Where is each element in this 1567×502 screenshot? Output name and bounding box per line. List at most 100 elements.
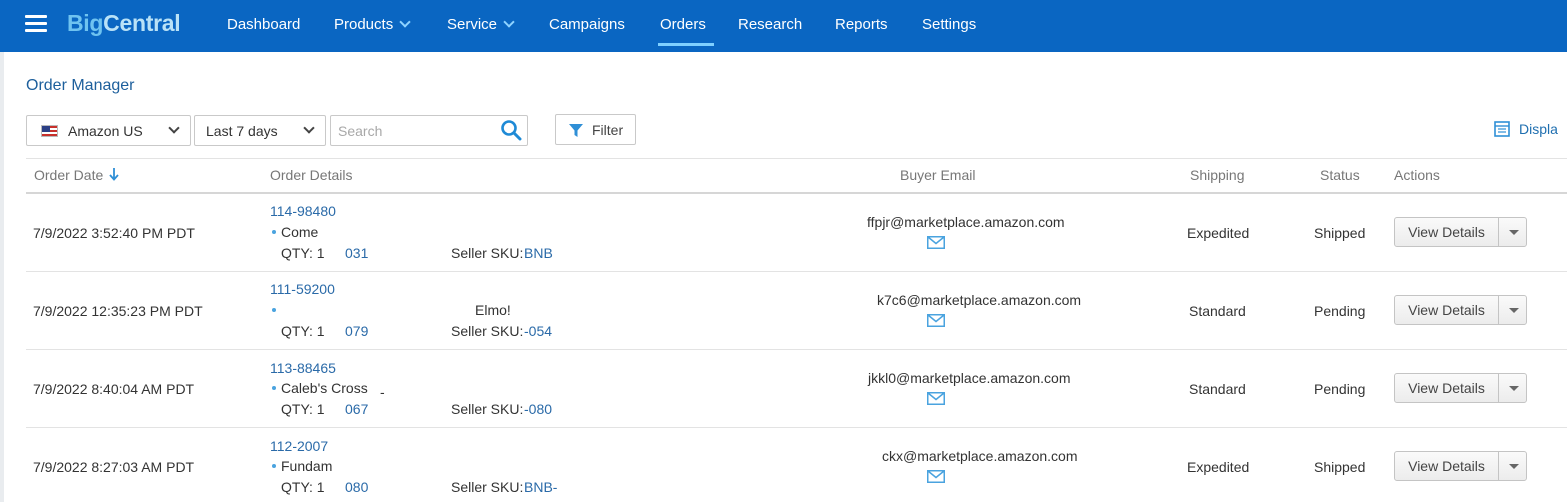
- table-header-border: [26, 192, 1567, 194]
- order-id-link[interactable]: 111-59200: [270, 281, 335, 297]
- order-date: 7/9/2022 8:27:03 AM PDT: [33, 459, 195, 475]
- display-label: Displa: [1519, 121, 1558, 137]
- sort-descending-icon[interactable]: [109, 167, 119, 181]
- chevron-down-icon: [503, 16, 515, 28]
- column-header-order-date[interactable]: Order Date: [34, 167, 119, 183]
- filter-button[interactable]: Filter: [555, 114, 636, 145]
- nav-service[interactable]: Service: [447, 0, 515, 52]
- column-header-actions: Actions: [1394, 167, 1440, 183]
- order-id-link[interactable]: 114-98480: [270, 203, 336, 219]
- envelope-icon[interactable]: [927, 392, 945, 405]
- page-left-edge: [0, 0, 4, 502]
- us-flag-icon: [41, 125, 58, 137]
- product-title-fragment: -: [380, 384, 385, 400]
- shipping-method: Expedited: [1187, 225, 1250, 241]
- seller-sku-label: Seller SKU:: [451, 245, 524, 261]
- view-details-button[interactable]: View Details: [1395, 374, 1499, 402]
- column-header-status: Status: [1320, 167, 1360, 183]
- envelope-icon[interactable]: [927, 236, 945, 249]
- bullet-icon: [272, 308, 276, 312]
- chevron-down-icon: [303, 122, 315, 134]
- chevron-down-icon: [399, 16, 411, 28]
- order-id-link[interactable]: 113-88465: [270, 360, 336, 376]
- asin-link[interactable]: 079: [345, 323, 368, 339]
- actions-dropdown-toggle[interactable]: [1500, 296, 1526, 324]
- order-date: 7/9/2022 12:35:23 PM PDT: [33, 303, 203, 319]
- shipping-method: Expedited: [1187, 459, 1250, 475]
- row-divider: [26, 427, 1567, 428]
- asin-link[interactable]: 031: [345, 245, 368, 261]
- date-range-select[interactable]: Last 7 days: [194, 115, 326, 146]
- column-header-buyer-email: Buyer Email: [900, 167, 976, 183]
- marketplace-select[interactable]: Amazon US: [26, 115, 191, 146]
- brand-logo[interactable]: BigCentral: [67, 10, 181, 37]
- quantity: QTY: 1: [281, 401, 325, 417]
- quantity: QTY: 1: [281, 323, 325, 339]
- asin-link[interactable]: 067: [345, 401, 368, 417]
- view-details-group: View Details: [1394, 451, 1527, 481]
- column-header-shipping: Shipping: [1190, 167, 1245, 183]
- buyer-email: ffpjr@marketplace.amazon.com: [867, 214, 1065, 230]
- shipping-method: Standard: [1189, 303, 1246, 319]
- row-divider: [26, 349, 1567, 350]
- bullet-icon: [272, 464, 276, 468]
- view-details-button[interactable]: View Details: [1395, 296, 1499, 324]
- nav-products[interactable]: Products: [334, 0, 411, 52]
- page-title: Order Manager: [26, 77, 135, 94]
- search-input[interactable]: [338, 122, 498, 140]
- seller-sku-value[interactable]: -080: [524, 401, 552, 417]
- marketplace-value: Amazon US: [68, 123, 143, 139]
- order-status: Pending: [1314, 381, 1366, 397]
- seller-sku-label: Seller SKU:: [451, 323, 524, 339]
- bullet-icon: [272, 386, 276, 390]
- view-details-group: View Details: [1394, 217, 1527, 247]
- bullet-icon: [272, 230, 276, 234]
- view-details-group: View Details: [1394, 295, 1527, 325]
- order-date: 7/9/2022 8:40:04 AM PDT: [33, 381, 195, 397]
- envelope-icon[interactable]: [927, 314, 945, 327]
- envelope-icon[interactable]: [927, 470, 945, 483]
- order-status: Pending: [1314, 303, 1366, 319]
- chevron-down-icon: [168, 122, 180, 134]
- row-divider: [26, 271, 1567, 272]
- actions-dropdown-toggle[interactable]: [1500, 218, 1526, 246]
- seller-sku-label: Seller SKU:: [451, 479, 524, 495]
- actions-dropdown-toggle[interactable]: [1500, 452, 1526, 480]
- seller-sku-value[interactable]: BNB: [524, 245, 553, 261]
- order-date: 7/9/2022 3:52:40 PM PDT: [33, 225, 195, 241]
- actions-dropdown-toggle[interactable]: [1500, 374, 1526, 402]
- nav-dashboard[interactable]: Dashboard: [227, 0, 300, 52]
- search-icon[interactable]: [500, 119, 522, 141]
- buyer-email: ckx@marketplace.amazon.com: [882, 448, 1078, 464]
- display-columns-icon: [1494, 121, 1510, 137]
- hamburger-menu-icon[interactable]: [25, 15, 47, 33]
- order-status: Shipped: [1314, 225, 1366, 241]
- asin-link[interactable]: 080: [345, 479, 368, 495]
- product-title-fragment: Elmo!: [475, 302, 511, 318]
- quantity: QTY: 1: [281, 479, 325, 495]
- product-title-link[interactable]: Caleb's Cross: [281, 380, 368, 396]
- nav-research[interactable]: Research: [738, 0, 802, 52]
- column-header-order-details: Order Details: [270, 167, 353, 183]
- order-status: Shipped: [1314, 459, 1366, 475]
- top-nav-bar: BigCentral Dashboard Products Service Ca…: [0, 0, 1567, 52]
- seller-sku-value[interactable]: BNB-: [524, 479, 557, 495]
- nav-orders[interactable]: Orders: [658, 0, 714, 52]
- seller-sku-value[interactable]: -054: [524, 323, 552, 339]
- view-details-button[interactable]: View Details: [1395, 218, 1499, 246]
- buyer-email: jkkl0@marketplace.amazon.com: [868, 370, 1071, 386]
- nav-reports[interactable]: Reports: [835, 0, 888, 52]
- seller-sku-label: Seller SKU:: [451, 401, 524, 417]
- nav-settings[interactable]: Settings: [922, 0, 976, 52]
- view-details-group: View Details: [1394, 373, 1527, 403]
- buyer-email: k7c6@marketplace.amazon.com: [877, 292, 1082, 308]
- view-details-button[interactable]: View Details: [1395, 452, 1499, 480]
- nav-campaigns[interactable]: Campaigns: [549, 0, 625, 52]
- quantity: QTY: 1: [281, 245, 325, 261]
- order-id-link[interactable]: 112-2007: [270, 438, 328, 454]
- product-title-link[interactable]: Come: [281, 224, 318, 240]
- product-title-link[interactable]: Fundam: [281, 458, 332, 474]
- filter-icon: [569, 124, 583, 137]
- table-top-border: [26, 158, 1567, 159]
- date-range-value: Last 7 days: [206, 123, 278, 139]
